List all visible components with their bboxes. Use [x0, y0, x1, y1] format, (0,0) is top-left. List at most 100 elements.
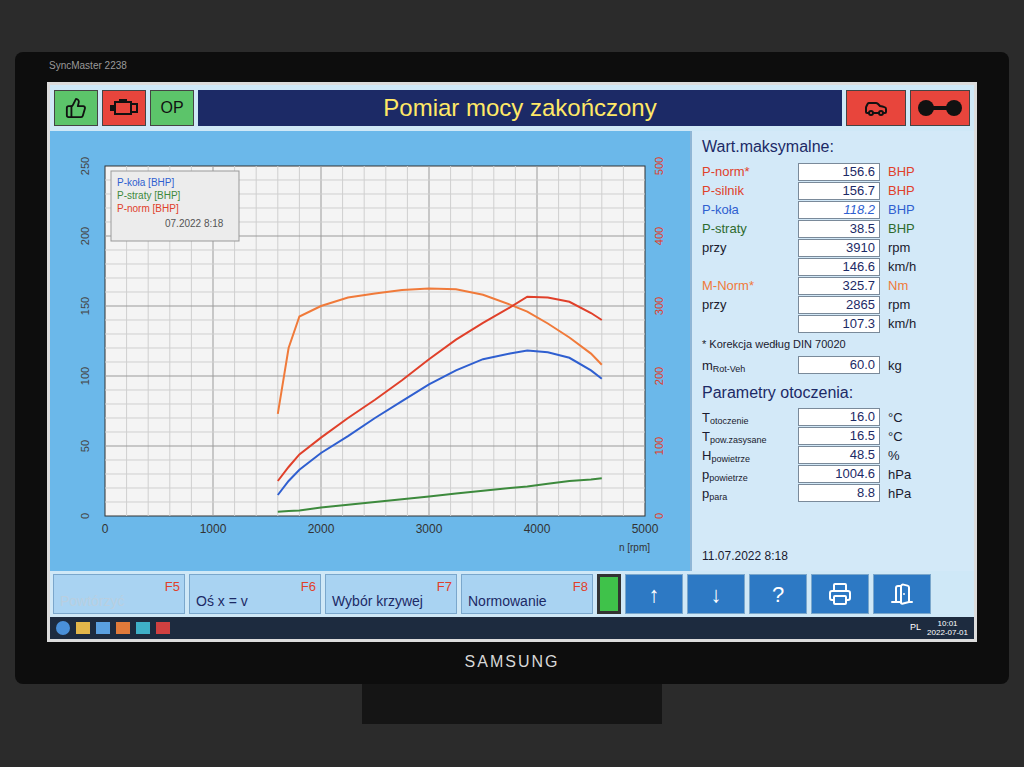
function-key: F7 — [437, 577, 452, 597]
y-tick: 250 — [79, 157, 91, 175]
function-label: Normowanie — [468, 594, 547, 609]
value-label: przy — [702, 298, 798, 311]
value-box: 60.0 — [798, 356, 880, 374]
value-box: 325.7 — [798, 277, 880, 295]
value-label: P-koła — [702, 203, 798, 216]
value-row: Hpowietrze48.5% — [702, 446, 964, 465]
value-row: przy3910rpm — [702, 238, 964, 257]
function-key: F5 — [165, 577, 180, 597]
app-icon[interactable] — [96, 622, 110, 634]
screen: OPPomiar mocy zakończony 0 50 100 150 200 250 0… — [47, 82, 977, 642]
exit-icon — [890, 582, 914, 606]
value-box: 16.0 — [798, 408, 880, 426]
car-icon — [864, 96, 888, 120]
y2-tick: 0 — [653, 513, 665, 519]
legend-item: P-koła [BHP] — [117, 177, 174, 188]
taskbar-lang: PL — [910, 621, 921, 635]
function-button[interactable]: Powtórzyć F5 — [53, 574, 185, 614]
app-icon[interactable] — [116, 622, 130, 634]
value-unit: % — [880, 449, 900, 462]
plot-area — [105, 166, 645, 516]
value-unit: rpm — [880, 241, 910, 254]
printer-icon — [828, 582, 852, 606]
function-key: F8 — [573, 577, 588, 597]
icon-button[interactable]: ↑ — [625, 574, 683, 614]
value-box: 118.2 — [798, 201, 880, 219]
y-tick: 0 — [79, 513, 91, 519]
legend-date: 07.2022 8:18 — [165, 218, 224, 229]
value-box: 107.3 — [798, 315, 880, 333]
y-tick: 50 — [79, 440, 91, 452]
header-button[interactable] — [54, 90, 98, 126]
value-box: 146.6 — [798, 258, 880, 276]
measure-date: 11.07.2022 8:18 — [702, 547, 964, 565]
function-label: Powtórzyć — [60, 594, 125, 609]
function-button[interactable]: Normowanie F8 — [461, 574, 593, 614]
header-button[interactable] — [102, 90, 146, 126]
taskbar-clock: 10:012022-07-01 — [927, 619, 968, 637]
value-row: P-straty38.5BHP — [702, 219, 964, 238]
value-row: przy2865rpm — [702, 295, 964, 314]
value-unit: BHP — [880, 203, 915, 216]
env-title: Parametry otoczenia: — [702, 381, 964, 405]
y2-tick: 100 — [653, 437, 665, 455]
value-unit: km/h — [880, 317, 916, 330]
value-row: Totoczenie16.0°C — [702, 408, 964, 427]
start-icon[interactable] — [56, 621, 70, 635]
value-box: 48.5 — [798, 446, 880, 464]
value-label: mRot-Veh — [702, 359, 798, 372]
y-tick: 150 — [79, 297, 91, 315]
value-label: Hpowietrze — [702, 449, 798, 462]
y2-tick: 400 — [653, 227, 665, 245]
value-label: P-silnik — [702, 184, 798, 197]
series-line — [278, 297, 602, 481]
values-panel: Wart.maksymalne:P-norm*156.6BHPP-silnik1… — [690, 131, 974, 571]
icon-button[interactable]: ↓ — [687, 574, 745, 614]
legend: P-koła [BHP] P-straty [BHP] P-norm [BHP] 07… — [111, 171, 239, 241]
icon-button[interactable] — [873, 574, 931, 614]
icon-button[interactable]: ? — [749, 574, 807, 614]
value-box: 8.8 — [798, 484, 880, 502]
value-box: 156.6 — [798, 163, 880, 181]
series-line — [278, 478, 602, 512]
value-box: 156.7 — [798, 182, 880, 200]
header-button[interactable]: OP — [150, 90, 194, 126]
status-title: Pomiar mocy zakończony — [198, 90, 842, 126]
value-unit: rpm — [880, 298, 910, 311]
y2-tick: 200 — [653, 367, 665, 385]
rollers-icon — [917, 97, 963, 119]
function-button[interactable]: Oś x = vF6 — [189, 574, 321, 614]
value-row: Tpow.zasysane16.5°C — [702, 427, 964, 446]
value-row: ppara8.8hPa — [702, 484, 964, 503]
function-button[interactable]: Wybór krzywej F7 — [325, 574, 457, 614]
chart-panel: 0501001502002500100200300400500010002000… — [50, 131, 690, 571]
value-unit: °C — [880, 430, 903, 443]
value-unit: Nm — [880, 279, 908, 292]
value-unit: hPa — [880, 487, 911, 500]
app-icon[interactable] — [136, 622, 150, 634]
header-icon-button[interactable] — [910, 90, 970, 126]
monitor-model: SyncMaster 2238 — [45, 58, 127, 82]
value-row: 146.6km/h — [702, 257, 964, 276]
app-icon[interactable] — [156, 622, 170, 634]
main: 0501001502002500100200300400500010002000… — [50, 131, 974, 571]
function-label: Wybór krzywej — [332, 594, 423, 609]
legend-item: P-straty [BHP] — [117, 190, 181, 201]
value-row: mRot-Veh60.0kg — [702, 356, 964, 375]
value-box: 16.5 — [798, 427, 880, 445]
legend-item: P-norm [BHP] — [117, 203, 179, 214]
value-unit: BHP — [880, 165, 915, 178]
y2-tick: 500 — [653, 157, 665, 175]
header-icon-button[interactable] — [846, 90, 906, 126]
icon-button[interactable] — [811, 574, 869, 614]
x-tick: 1000 — [200, 522, 227, 536]
value-label: ppara — [702, 487, 798, 500]
value-box: 3910 — [798, 239, 880, 257]
max-title: Wart.maksymalne: — [702, 135, 964, 159]
value-box: 38.5 — [798, 220, 880, 238]
app-icon[interactable] — [76, 622, 90, 634]
value-label: przy — [702, 241, 798, 254]
x-tick: 3000 — [416, 522, 443, 536]
engine-icon — [109, 97, 139, 119]
value-box: 2865 — [798, 296, 880, 314]
